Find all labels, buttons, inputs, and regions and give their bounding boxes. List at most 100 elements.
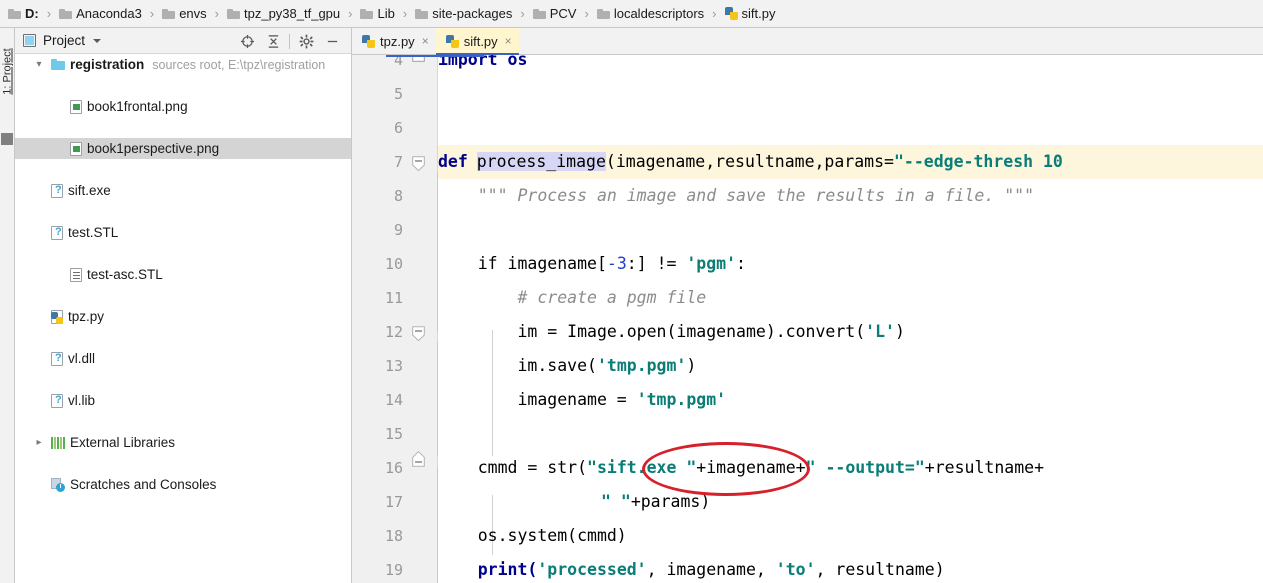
breadcrumb-item-6[interactable]: PCV [531,0,579,28]
tree-node-registration[interactable]: ▾ registration sources root, E:\tpz\regi… [15,54,351,75]
gutter-line: 14 [352,383,437,417]
python-file-icon [51,309,63,324]
tree-node-tpz-py[interactable]: tpz.py [15,306,351,327]
editor-gutter[interactable]: 4 5 6 7 8 9 10 11 12 13 14 15 16 17 18 1… [352,55,437,583]
gutter-line: 5 [352,77,437,111]
tree-node-book1frontal-png[interactable]: book1frontal.png [15,96,351,117]
close-icon[interactable]: × [505,35,512,47]
breadcrumb-separator: › [584,6,589,21]
scratches-icon [51,477,65,492]
python-file-icon [724,7,738,20]
breadcrumb-label: site-packages [432,6,513,21]
breadcrumb-item-4[interactable]: Lib [358,0,396,28]
tree-node-vl-lib[interactable]: vl.lib [15,390,351,411]
collapse-all-button[interactable] [260,28,286,54]
path-breadcrumb: D: › Anaconda3 › envs › tpz_py38_tf_gpu … [0,0,1263,28]
code-editor[interactable]: 4 5 6 7 8 9 10 11 12 13 14 15 16 17 18 1… [352,55,1263,583]
code-token-docstring: """ Process an image and save the result… [438,186,1035,205]
close-icon[interactable]: × [422,35,429,47]
hide-panel-button[interactable] [319,28,345,54]
tree-node-label: vl.dll [68,351,96,366]
tree-node-scratches-and-consoles[interactable]: Scratches and Consoles [15,474,351,495]
gutter-line: 9 [352,213,437,247]
code-line-14: imagename = 'tmp.pgm' [438,383,1263,417]
folder-icon [227,8,240,19]
code-line-18: os.system(cmmd) [438,519,1263,553]
breadcrumb-label: Anaconda3 [76,6,142,21]
folder-icon [532,8,546,19]
tab-label: sift.py [463,33,498,49]
tree-node-label: book1frontal.png [87,99,188,114]
pycharm-window: D: › Anaconda3 › envs › tpz_py38_tf_gpu … [0,0,1263,583]
line-number: 15 [384,425,403,443]
code-token-string: 'L' [865,322,895,341]
settings-button[interactable] [293,28,319,54]
code-line-17: " "+params) [438,485,1263,519]
fold-start-icon[interactable] [412,326,425,342]
collapse-all-icon [268,34,278,48]
code-line-10: if imagename[-3:] != 'pgm': [438,247,1263,281]
breadcrumb-item-2[interactable]: envs [160,0,208,28]
image-file-icon [70,99,82,114]
select-opened-file-button[interactable] [234,28,260,54]
chevron-down-icon[interactable] [93,38,102,43]
code-token-expr: +params) [630,492,711,511]
python-file-icon [362,34,375,48]
code-line-8: """ Process an image and save the result… [438,179,1263,213]
breadcrumb-label: sift.py [741,6,776,21]
left-tool-strip: 1: Project [0,28,15,583]
chevron-right-icon[interactable]: ▸ [33,432,45,453]
tab-sift-py[interactable]: sift.py × [435,28,519,55]
tree-node-test-stl[interactable]: test.STL [15,222,351,243]
folder-icon [162,8,176,19]
code-line-7: def process_image(imagename,resultname,p… [438,145,1263,179]
code-token-expr: im.save( [438,356,597,375]
tab-tpz-py[interactable]: tpz.py × [352,28,436,54]
code-token-expr: os.system(cmmd) [438,526,627,545]
line-number: 8 [393,187,403,205]
tree-node-test-asc-stl[interactable]: test-asc.STL [15,264,351,285]
code-token-string: 'tmp.pgm' [596,356,687,375]
code-text-area[interactable]: import os def process_image(imagename,re… [438,55,1263,583]
tree-node-book1perspective-png[interactable]: book1perspective.png [15,138,351,159]
breadcrumb-item-1[interactable]: Anaconda3 [57,0,144,28]
line-number: 7 [393,153,403,171]
breadcrumb-item-8[interactable]: sift.py [723,0,778,28]
breadcrumb-item-7[interactable]: localdescriptors [595,0,706,28]
breadcrumb-separator: › [214,6,219,21]
breadcrumb-separator: › [149,6,155,21]
code-token-string: "--edge-thresh 10 [893,152,1063,171]
tree-node-label: External Libraries [70,435,176,450]
breadcrumb-item-3[interactable]: tpz_py38_tf_gpu [225,0,342,28]
chevron-down-icon[interactable]: ▾ [33,54,45,75]
project-panel-header: Project [15,28,351,54]
folder-icon [51,59,65,70]
code-token-def: def [438,152,468,171]
tree-node-label: book1perspective.png [87,141,220,156]
tree-node-label: Scratches and Consoles [70,477,217,492]
fold-end-icon[interactable] [412,451,425,467]
tree-node-vl-dll[interactable]: vl.dll [15,348,351,369]
breadcrumb-separator: › [402,6,408,21]
breadcrumb-item-0[interactable]: D: [6,0,41,28]
tree-node-label: test-asc.STL [87,267,163,282]
code-token-params: (imagename,resultname,params= [605,152,894,171]
editor-area: tpz.py × sift.py × 4 5 6 7 8 9 10 11 12 … [352,28,1263,583]
tool-window-tab-project[interactable]: 1: Project [1,36,16,108]
text-file-icon [70,267,82,282]
gutter-line: 6 [352,111,437,145]
tab-label: tpz.py [380,33,415,49]
tree-node-external-libraries[interactable]: ▸ External Libraries [15,432,351,453]
code-token-expr: , resultname) [815,560,945,579]
breadcrumb-item-5[interactable]: site-packages [413,0,514,28]
code-token-string: " --output=" [805,458,925,477]
tree-node-label: test.STL [68,225,119,240]
unknown-file-icon [51,351,63,366]
tree-node-sift-exe[interactable]: sift.exe [15,180,351,201]
line-number: 4 [393,55,403,69]
unknown-file-icon [51,183,63,198]
code-line-19: print('processed', imagename, 'to', resu… [438,553,1263,583]
line-number: 14 [384,391,403,409]
fold-start-icon[interactable] [412,156,425,172]
code-token-op: :] != [626,254,687,273]
